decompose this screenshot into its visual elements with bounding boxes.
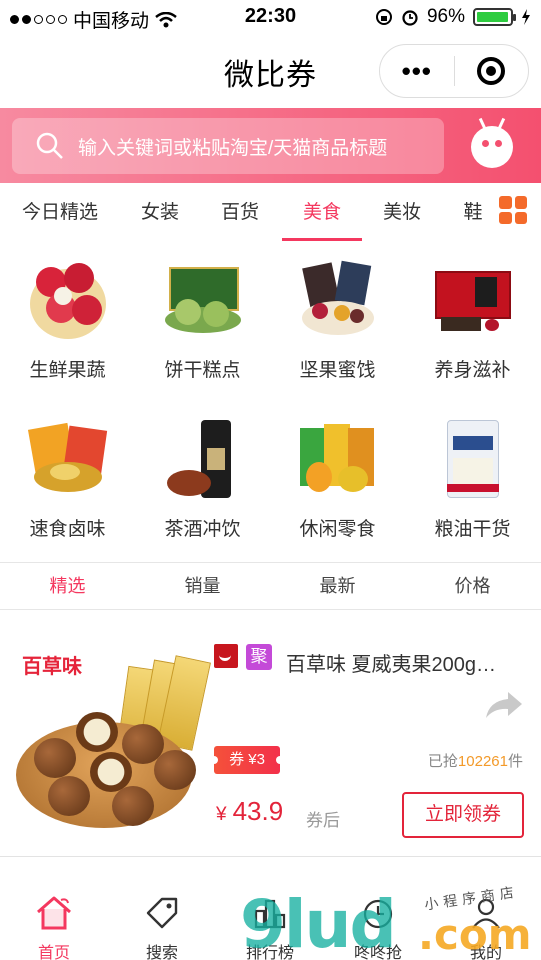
close-mini-program-button[interactable] (455, 57, 529, 85)
search-icon (36, 132, 63, 159)
coupon-badge: 券 ¥3 (210, 746, 284, 774)
status-bar: 中国移动 22:30 96% (0, 0, 541, 34)
tabbar-item-search[interactable]: 搜索 (108, 857, 216, 960)
category-item[interactable]: 速食卤味 (0, 402, 135, 561)
rotation-lock-icon (375, 9, 392, 25)
product-price: ¥43.9 (216, 796, 284, 826)
category-item[interactable]: 坚果蜜饯 (270, 243, 405, 402)
category-item[interactable]: 饼干糕点 (135, 243, 270, 402)
bottom-tab-bar: 首页 搜索 排行榜 咚咚抢 我的 (0, 856, 541, 960)
mini-program-capsule: ••• (379, 44, 529, 98)
price-note: 券后 (306, 811, 340, 830)
target-circle-icon (477, 57, 506, 85)
share-arrow-icon[interactable] (484, 690, 524, 720)
gift-box-icon (431, 259, 515, 343)
user-icon (472, 898, 500, 929)
active-tab-indicator (282, 238, 362, 241)
sort-option[interactable]: 最新 (270, 563, 405, 609)
juhuasuan-badge: 聚 (246, 644, 272, 670)
tabbar-item-home[interactable]: 首页 (0, 857, 108, 960)
battery-icon (473, 8, 516, 26)
search-header: 输入关键词或粘贴淘宝/天猫商品标题 (0, 108, 541, 183)
tabbar-item-ranking[interactable]: 排行榜 (216, 857, 324, 960)
category-label: 休闲零食 (299, 519, 376, 540)
tab-item[interactable]: 美妆 (362, 183, 442, 243)
category-item[interactable]: 茶酒冲饮 (135, 402, 270, 561)
category-item[interactable]: 休闲零食 (270, 402, 405, 561)
category-item[interactable]: 生鲜果蔬 (0, 243, 135, 402)
category-label: 饼干糕点 (164, 360, 241, 381)
sort-option[interactable]: 销量 (135, 563, 270, 609)
home-icon (37, 896, 71, 930)
brand-logo: 百草味 (22, 656, 82, 678)
subcategory-grid: 生鲜果蔬 饼干糕点 坚果蜜饯 养身滋补速食卤味 茶酒冲饮 休闲零食 粮油干货 (0, 243, 541, 561)
sort-bar: 精选 销量 最新 价格 (0, 562, 541, 610)
category-label: 速食卤味 (29, 519, 106, 540)
category-label: 茶酒冲饮 (164, 519, 241, 540)
tmall-shop-icon (214, 644, 238, 668)
tabbar-item-flash-sale[interactable]: 咚咚抢 (324, 857, 432, 960)
category-tabs: 今日精选 女装 百货 美食 美妆鞋 (0, 183, 541, 243)
instant-food-icon (26, 418, 110, 502)
tab-item[interactable]: 女装 (120, 183, 200, 243)
clock-icon (363, 899, 393, 929)
product-image[interactable]: 百草味 (14, 640, 211, 832)
charging-bolt-icon (522, 9, 530, 25)
tab-item[interactable]: 百货 (200, 183, 280, 243)
product-card[interactable]: 百草味 聚 百草味 夏威夷果200g… 券 ¥3 已抢102261件 ¥43.9… (0, 610, 541, 856)
category-label: 粮油干货 (434, 519, 511, 540)
battery-percent: 96% (426, 6, 465, 27)
category-item[interactable]: 粮油干货 (405, 402, 540, 561)
search-input[interactable]: 输入关键词或粘贴淘宝/天猫商品标题 (12, 118, 444, 174)
alarm-icon (402, 10, 418, 26)
sort-option[interactable]: 精选 (0, 563, 135, 609)
category-label: 生鲜果蔬 (29, 360, 106, 381)
tab-item[interactable]: 今日精选 (20, 183, 100, 243)
navigation-bar: 微比券 ••• (0, 34, 541, 108)
pastry-box-icon (161, 259, 245, 343)
tea-can-icon (161, 418, 245, 502)
tabbar-item-profile[interactable]: 我的 (432, 857, 540, 960)
more-options-button[interactable]: ••• (380, 56, 454, 87)
lychee-fruit-icon (26, 259, 110, 343)
sort-option[interactable]: 价格 (405, 563, 540, 609)
get-coupon-button[interactable]: 立即领券 (402, 792, 524, 838)
snack-bag-icon (296, 418, 380, 502)
tag-icon (146, 897, 178, 929)
sold-count: 已抢102261件 (427, 753, 523, 770)
tab-item[interactable]: 鞋 (450, 183, 496, 243)
category-label: 养身滋补 (434, 360, 511, 381)
ranking-icon (254, 899, 286, 929)
search-placeholder: 输入关键词或粘贴淘宝/天猫商品标题 (78, 137, 388, 159)
all-categories-grid-icon[interactable] (499, 196, 527, 224)
rice-bag-icon (431, 418, 515, 502)
category-label: 坚果蜜饯 (299, 360, 376, 381)
robot-assistant-icon[interactable] (471, 117, 513, 168)
category-item[interactable]: 养身滋补 (405, 243, 540, 402)
dried-fruit-icon (296, 259, 380, 343)
tab-item[interactable]: 美食 (282, 183, 362, 243)
product-title[interactable]: 百草味 夏威夷果200g… (286, 648, 526, 677)
